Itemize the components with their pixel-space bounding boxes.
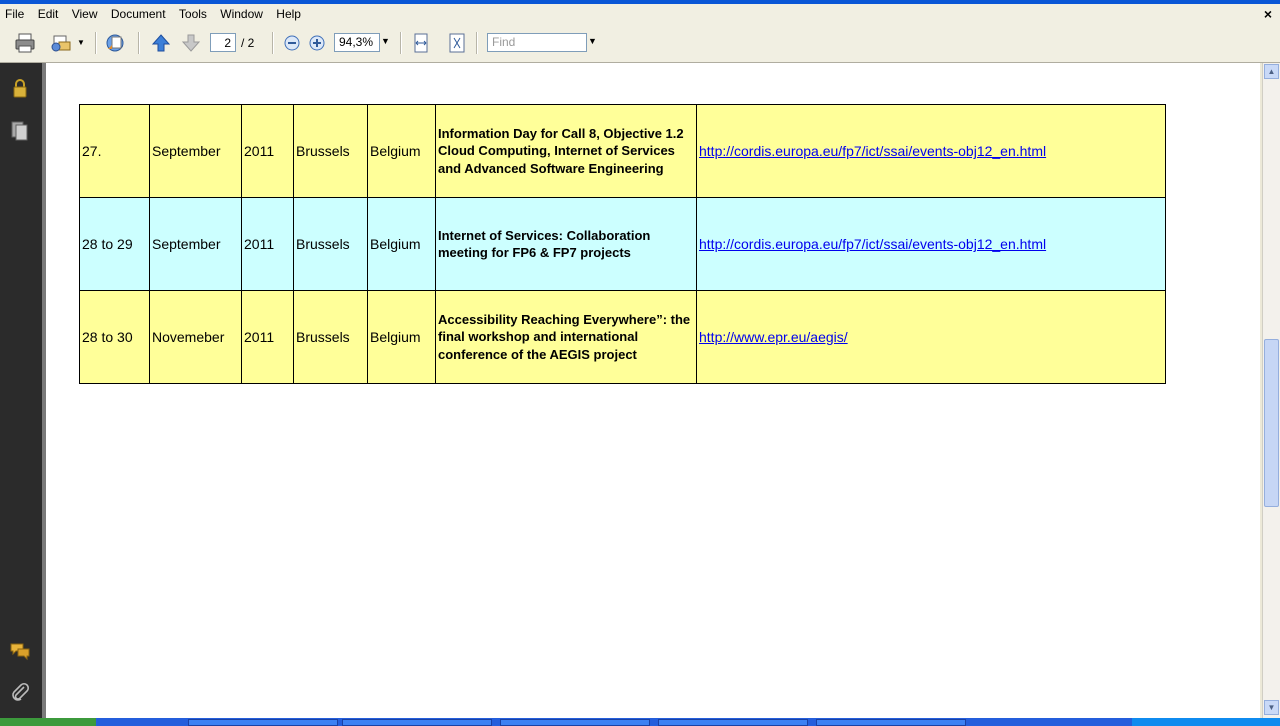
system-tray [1132, 718, 1280, 726]
print-icon[interactable] [14, 32, 36, 54]
zoom-dropdown-arrow[interactable]: ▼ [381, 36, 390, 46]
scroll-thumb[interactable] [1264, 339, 1279, 507]
find-input[interactable]: Find [487, 33, 587, 52]
event-year-cell: 2011 [241, 197, 294, 291]
event-link-cell: http://cordis.europa.eu/fp7/ict/ssai/eve… [696, 197, 1166, 291]
event-city: Brussels [296, 329, 350, 345]
taskbar-button[interactable] [188, 719, 338, 726]
event-country-cell: Belgium [367, 104, 436, 198]
table-row: 27. September 2011 Brussels Belgium Informati… [79, 104, 1166, 198]
event-month: September [152, 143, 221, 159]
taskbar-button[interactable] [816, 719, 966, 726]
event-day: 28 to 30 [82, 329, 133, 345]
event-title-cell: Information Day for Call 8, Objective 1.… [435, 104, 697, 198]
event-country: Belgium [370, 236, 421, 252]
event-city: Brussels [296, 236, 350, 252]
event-title: Information Day for Call 8, Objective 1.… [438, 125, 684, 176]
event-day-cell: 27. [79, 104, 150, 198]
toolbar-separator [400, 32, 402, 54]
event-year: 2011 [244, 236, 275, 252]
close-document-button[interactable]: × [1264, 6, 1272, 22]
menu-edit[interactable]: Edit [33, 4, 64, 21]
event-title-cell: Internet of Services: Collaboration meet… [435, 197, 697, 291]
event-country-cell: Belgium [367, 290, 436, 384]
event-city-cell: Brussels [293, 104, 368, 198]
previous-page-icon[interactable] [150, 32, 172, 54]
menu-help[interactable]: Help [271, 4, 306, 21]
event-city-cell: Brussels [293, 197, 368, 291]
event-city: Brussels [296, 143, 350, 159]
vertical-scrollbar[interactable]: ▲ ▼ [1262, 63, 1280, 718]
table-row: 28 to 29 September 2011 Brussels Belgium Inte… [79, 197, 1166, 291]
event-country-cell: Belgium [367, 197, 436, 291]
zoom-in-icon[interactable] [306, 32, 328, 54]
event-link-cell: http://www.epr.eu/aegis/ [696, 290, 1166, 384]
toolbar: ▼ 2 / 2 94,3% ▼ Find ▼ [0, 24, 1280, 63]
comments-icon[interactable] [9, 640, 31, 662]
toolbar-separator [95, 32, 97, 54]
menu-tools[interactable]: Tools [174, 4, 212, 21]
event-year-cell: 2011 [241, 290, 294, 384]
event-city-cell: Brussels [293, 290, 368, 384]
menu-document[interactable]: Document [106, 4, 171, 21]
navigation-sidebar [0, 63, 42, 718]
find-dropdown-arrow[interactable]: ▼ [588, 36, 597, 46]
event-day-cell: 28 to 29 [79, 197, 150, 291]
event-country: Belgium [370, 329, 421, 345]
taskbar [0, 718, 1280, 726]
toolbar-separator [272, 32, 274, 54]
lock-icon[interactable] [9, 77, 31, 99]
pages-icon[interactable] [9, 120, 31, 142]
event-title-cell: Accessibility Reaching Everywhere”: the … [435, 290, 697, 384]
menu-file[interactable]: File [0, 4, 29, 21]
next-page-icon[interactable] [180, 32, 202, 54]
taskbar-button[interactable] [658, 719, 808, 726]
taskbar-button[interactable] [500, 719, 650, 726]
table-row: 28 to 30 Novemeber 2011 Brussels Belgium Acce… [79, 290, 1166, 384]
start-button[interactable] [0, 718, 96, 726]
event-title: Accessibility Reaching Everywhere”: the … [438, 311, 691, 362]
event-day-cell: 28 to 30 [79, 290, 150, 384]
event-link[interactable]: http://cordis.europa.eu/fp7/ict/ssai/eve… [699, 236, 1046, 252]
event-day: 27. [82, 143, 102, 159]
event-link[interactable]: http://cordis.europa.eu/fp7/ict/ssai/eve… [699, 143, 1046, 159]
events-table: 27. September 2011 Brussels Belgium Informati… [79, 104, 1166, 384]
event-year: 2011 [244, 329, 275, 345]
collaborate-icon[interactable] [104, 32, 126, 54]
zoom-level-input[interactable]: 94,3% [334, 33, 380, 52]
fit-width-icon[interactable] [410, 32, 432, 54]
event-month-cell: September [149, 197, 242, 291]
attachments-icon[interactable] [9, 681, 31, 703]
event-link-cell: http://cordis.europa.eu/fp7/ict/ssai/eve… [696, 104, 1166, 198]
page-number-input[interactable]: 2 [210, 33, 236, 52]
scroll-up-button[interactable]: ▲ [1264, 64, 1279, 79]
event-month-cell: September [149, 104, 242, 198]
zoom-out-icon[interactable] [281, 32, 303, 54]
fit-page-icon[interactable] [446, 32, 468, 54]
toolbar-separator [138, 32, 140, 54]
menu-bar: File Edit View Document Tools Window Hel… [0, 4, 1280, 24]
menu-view[interactable]: View [67, 4, 103, 21]
menu-window[interactable]: Window [215, 4, 268, 21]
event-month-cell: Novemeber [149, 290, 242, 384]
event-link[interactable]: http://www.epr.eu/aegis/ [699, 329, 848, 345]
event-month: September [152, 236, 221, 252]
page-total: / 2 [241, 36, 255, 50]
scroll-down-button[interactable]: ▼ [1264, 700, 1279, 715]
event-year-cell: 2011 [241, 104, 294, 198]
event-title: Internet of Services: Collaboration meet… [438, 227, 651, 261]
email-icon[interactable] [50, 32, 72, 54]
toolbar-separator [476, 32, 478, 54]
event-year: 2011 [244, 143, 275, 159]
event-day: 28 to 29 [82, 236, 133, 252]
document-page: 27. September 2011 Brussels Belgium Informati… [46, 63, 1260, 718]
event-country: Belgium [370, 143, 421, 159]
event-month: Novemeber [152, 329, 225, 345]
email-dropdown-arrow[interactable]: ▼ [77, 38, 85, 47]
taskbar-button[interactable] [342, 719, 492, 726]
